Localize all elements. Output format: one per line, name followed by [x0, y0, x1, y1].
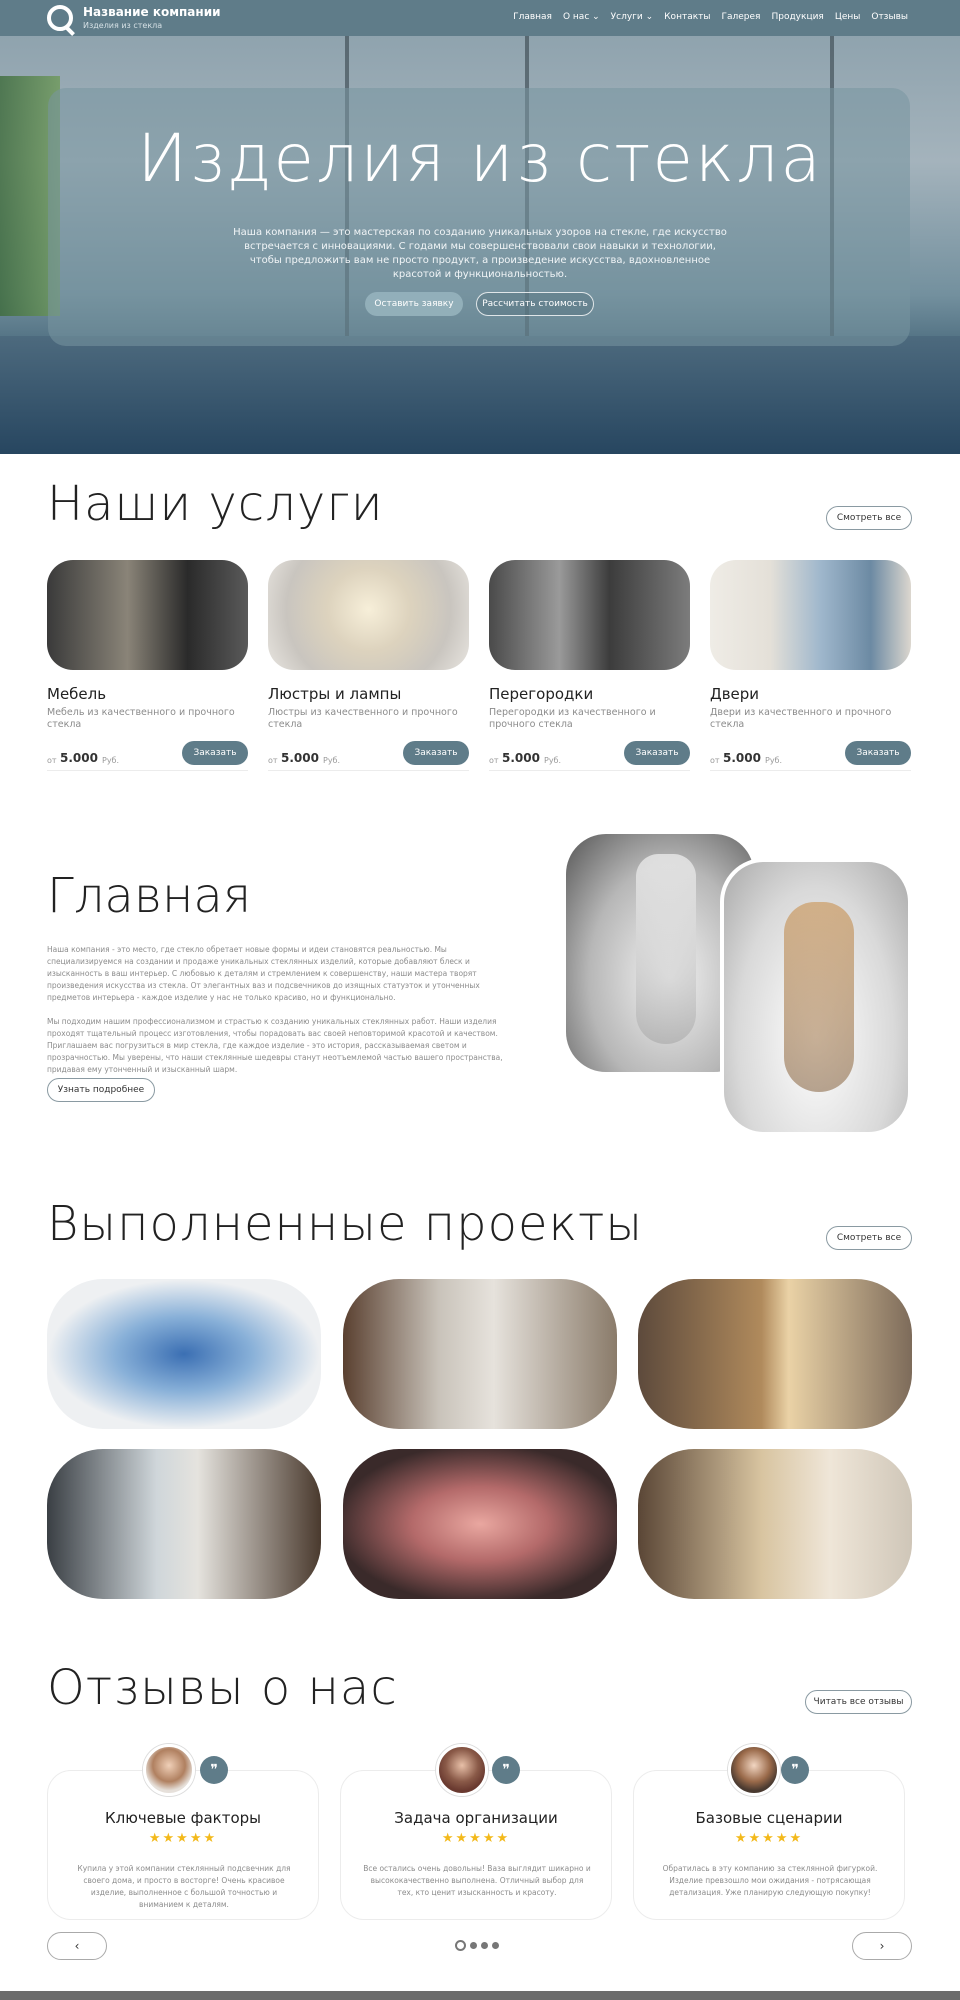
order-button[interactable]: Заказать	[403, 741, 469, 765]
quote-icon: ❞	[200, 1756, 228, 1784]
review-title: Задача организации	[394, 1809, 558, 1827]
review-text: Обратилась в эту компанию за стеклянной …	[662, 1864, 878, 1897]
read-all-reviews-button[interactable]: Читать все отзывы	[805, 1690, 912, 1714]
order-button[interactable]: Заказать	[624, 741, 690, 765]
service-price: 5.000	[281, 751, 319, 765]
review-card-1: Ключевые факторы ★★★★★ Купила у этой ком…	[47, 1770, 319, 1920]
hero-section: Изделия из стекла Наша компания — это ма…	[0, 36, 960, 454]
service-description: Двери из качественного и прочного стекла	[710, 707, 892, 730]
service-card-doors[interactable]: Двери Двери из качественного и прочного …	[710, 560, 911, 771]
service-price: 5.000	[723, 751, 761, 765]
project-image-gold-vase[interactable]	[638, 1449, 912, 1599]
service-image-doors	[710, 560, 911, 670]
services-title: Наши услуги	[47, 476, 384, 532]
project-image-glass-flower[interactable]	[343, 1449, 617, 1599]
hero-pool-image	[0, 336, 960, 454]
company-name[interactable]: Название компании	[83, 5, 221, 19]
carousel-dot[interactable]	[470, 1942, 477, 1949]
nav-item-home[interactable]: Главная	[513, 12, 552, 22]
nav-item-about[interactable]: О нас ⌄	[563, 12, 600, 22]
service-card-partitions[interactable]: Перегородки Перегородки из качественного…	[489, 560, 690, 771]
price-currency: Руб.	[323, 756, 341, 765]
main-nav: Главная О нас ⌄ Услуги ⌄ Контакты Галере…	[513, 12, 908, 22]
about-title: Главная	[47, 868, 252, 924]
service-name: Перегородки	[489, 685, 594, 703]
order-button[interactable]: Заказать	[845, 741, 911, 765]
service-description: Перегородки из качественного и прочного …	[489, 707, 656, 730]
services-view-all-button[interactable]: Смотреть все	[826, 506, 912, 530]
order-button[interactable]: Заказать	[182, 741, 248, 765]
service-price-row: от 5.000 Руб. Заказать	[47, 741, 248, 771]
review-card-3: Базовые сценарии ★★★★★ Обратилась в эту …	[633, 1770, 905, 1920]
project-image-blue-vase[interactable]	[47, 1279, 321, 1429]
footer-strip	[0, 1991, 960, 2000]
service-name: Двери	[710, 685, 760, 703]
site-header: Название компании Изделия из стекла Глав…	[0, 0, 960, 36]
project-image-glass-partition[interactable]	[343, 1279, 617, 1429]
review-title: Базовые сценарии	[695, 1809, 843, 1827]
nav-item-gallery[interactable]: Галерея	[722, 12, 761, 22]
nav-item-products[interactable]: Продукция	[771, 12, 823, 22]
carousel-prev-button[interactable]: ‹	[47, 1932, 107, 1960]
service-name: Мебель	[47, 685, 107, 703]
price-currency: Руб.	[765, 756, 783, 765]
nav-item-reviews[interactable]: Отзывы	[871, 12, 908, 22]
reviewer-avatar-2	[436, 1744, 488, 1796]
price-from-label: от	[489, 756, 499, 765]
service-image-partitions	[489, 560, 690, 670]
carousel-dot-active[interactable]	[455, 1940, 466, 1951]
price-from-label: от	[268, 756, 278, 765]
nav-item-prices[interactable]: Цены	[835, 12, 861, 22]
nav-item-contacts[interactable]: Контакты	[664, 12, 710, 22]
company-tagline: Изделия из стекла	[83, 21, 163, 30]
service-card-chandeliers[interactable]: Люстры и лампы Люстры из качественного и…	[268, 560, 469, 771]
carousel-dots	[455, 1940, 499, 1951]
price-currency: Руб.	[544, 756, 562, 765]
carousel-dot[interactable]	[492, 1942, 499, 1949]
project-image-amber-sculpture[interactable]	[638, 1279, 912, 1429]
reviewer-avatar-1	[143, 1744, 195, 1796]
about-paragraph-1: Наша компания - это место, где стекло об…	[47, 945, 480, 1002]
quote-icon: ❞	[781, 1756, 809, 1784]
company-logo-icon[interactable]	[47, 5, 73, 31]
price-currency: Руб.	[102, 756, 120, 765]
service-image-furniture	[47, 560, 248, 670]
review-card-2: Задача организации ★★★★★ Все остались оч…	[340, 1770, 612, 1920]
about-image-amber-vase	[720, 858, 912, 1136]
projects-view-all-button[interactable]: Смотреть все	[826, 1226, 912, 1250]
review-title: Ключевые факторы	[105, 1809, 261, 1827]
review-text: Все остались очень довольны! Ваза выгляд…	[363, 1864, 591, 1897]
hero-title: Изделия из стекла	[137, 120, 823, 197]
carousel-dot[interactable]	[481, 1942, 488, 1949]
service-price: 5.000	[60, 751, 98, 765]
review-text: Купила у этой компании стеклянный подсве…	[77, 1864, 291, 1909]
nav-item-services[interactable]: Услуги ⌄	[611, 12, 654, 22]
about-paragraph-2: Мы подходим нашим профессионализмом и ст…	[47, 1017, 503, 1074]
reviews-title: Отзывы о нас	[47, 1660, 398, 1716]
rating-stars-icon: ★★★★★	[148, 1831, 218, 1846]
service-description: Люстры из качественного и прочного стекл…	[268, 707, 458, 730]
price-from-label: от	[710, 756, 720, 765]
hero-description: Наша компания — это мастерская по создан…	[233, 227, 727, 280]
service-price-row: от 5.000 Руб. Заказать	[268, 741, 469, 771]
rating-stars-icon: ★★★★★	[734, 1831, 804, 1846]
service-image-chandeliers	[268, 560, 469, 670]
service-price-row: от 5.000 Руб. Заказать	[710, 741, 911, 771]
service-price: 5.000	[502, 751, 540, 765]
service-description: Мебель из качественного и прочного стекл…	[47, 707, 235, 730]
service-card-furniture[interactable]: Мебель Мебель из качественного и прочног…	[47, 560, 248, 771]
quote-icon: ❞	[492, 1756, 520, 1784]
carousel-next-button[interactable]: ›	[852, 1932, 912, 1960]
leave-request-button[interactable]: Оставить заявку	[365, 292, 463, 316]
learn-more-button[interactable]: Узнать подробнее	[47, 1078, 155, 1102]
reviewer-avatar-3	[728, 1744, 780, 1796]
project-image-glass-lamp[interactable]	[47, 1449, 321, 1599]
calculate-cost-button[interactable]: Рассчитать стоимость	[476, 292, 594, 316]
service-price-row: от 5.000 Руб. Заказать	[489, 741, 690, 771]
service-name: Люстры и лампы	[268, 685, 402, 703]
projects-title: Выполненные проекты	[47, 1196, 644, 1252]
rating-stars-icon: ★★★★★	[441, 1831, 511, 1846]
price-from-label: от	[47, 756, 57, 765]
